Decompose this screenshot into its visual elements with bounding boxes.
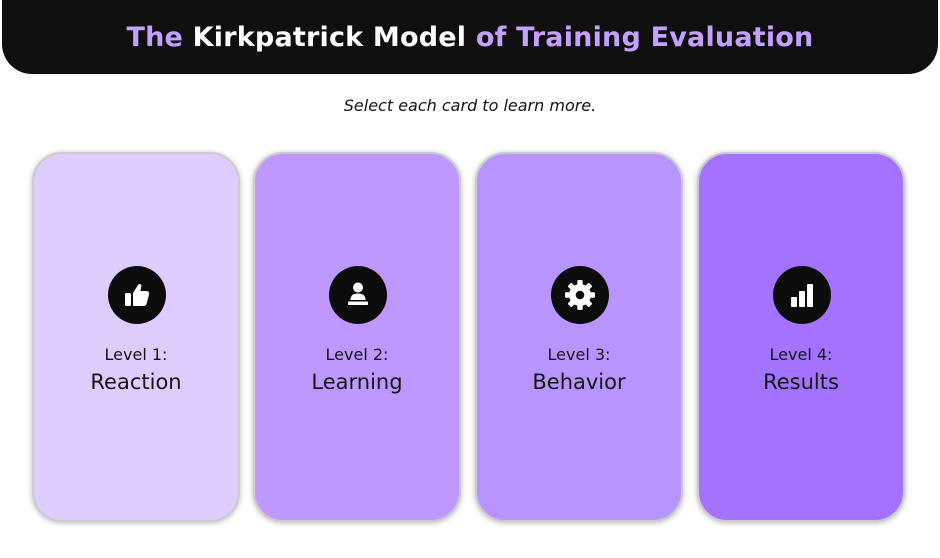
card-level-2-learning[interactable]: Level 2: Learning	[253, 152, 461, 522]
card-level-name: Learning	[311, 370, 403, 394]
instructions-text: Select each card to learn more.	[343, 96, 597, 115]
title-part-the: The	[126, 21, 193, 53]
card-level-label: Level 3:	[547, 345, 611, 364]
card-level-name: Reaction	[90, 370, 182, 394]
card-level-label: Level 1:	[104, 345, 168, 364]
icon-badge	[551, 266, 609, 324]
icon-badge	[329, 266, 387, 324]
card-level-4-results[interactable]: Level 4: Results	[697, 152, 905, 522]
card-level-3-behavior[interactable]: Level 3: Behavior	[475, 152, 683, 522]
gear-icon	[565, 280, 595, 310]
icon-badge	[773, 266, 831, 324]
title-banner: The Kirkpatrick Model of Training Evalua…	[2, 0, 938, 74]
card-level-1-reaction[interactable]: Level 1: Reaction	[32, 152, 240, 522]
card-level-label: Level 4:	[769, 345, 833, 364]
card-level-label: Level 2:	[325, 345, 389, 364]
title-part-of-training-evaluation: of Training Evaluation	[466, 21, 814, 53]
thumbs-up-icon	[125, 284, 150, 306]
card-level-name: Behavior	[532, 370, 626, 394]
title-part-kirkpatrick-model: Kirkpatrick Model	[192, 21, 467, 53]
card-level-name: Results	[763, 370, 839, 394]
page-title: The Kirkpatrick Model of Training Evalua…	[127, 22, 814, 53]
icon-badge	[108, 266, 166, 324]
bar-chart-icon	[791, 284, 813, 307]
learner-at-desk-icon	[348, 282, 368, 305]
